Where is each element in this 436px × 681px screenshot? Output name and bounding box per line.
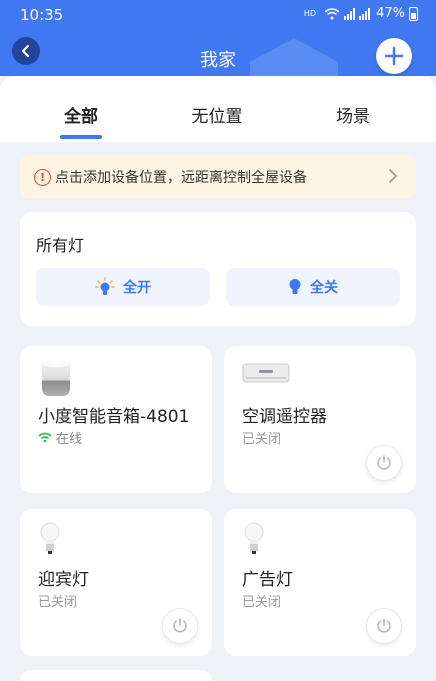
device-card-ad-light[interactable]: 广告灯 已关闭 [224,509,416,656]
light-off-icon [289,279,301,294]
device-status-label: 在线 [56,432,83,447]
all-on-label: 全开 [123,280,151,296]
device-card-ac-remote[interactable]: 空调遥控器 已关闭 [224,346,416,493]
add-device-button[interactable] [376,38,412,74]
location-notice-banner[interactable]: ! 点击添加设备位置，远距离控制全屋设备 [20,155,416,199]
light-bulb-icon [40,522,60,554]
status-bar: 10:35 HD 47% [0,0,436,30]
status-icons: HD 47% [304,6,418,21]
chevron-right-icon [389,169,398,183]
device-name: 小度智能音箱-4801 [38,407,190,427]
plus-icon [384,46,404,66]
device-name: 空调遥控器 [242,407,327,427]
device-name: 广告灯 [242,570,293,590]
status-time: 10:35 [20,6,64,24]
hd-indicator: HD [303,9,317,18]
power-button[interactable] [366,445,402,481]
app-header: 10:35 HD 47% 我家 [0,0,436,76]
wifi-icon [38,432,52,443]
light-on-icon [95,277,115,295]
all-lights-title: 所有灯 [36,236,85,255]
all-on-button[interactable]: 全开 [36,268,210,306]
power-icon [377,618,391,633]
battery-percent: 47% [376,6,405,21]
power-button[interactable] [366,608,402,644]
all-off-label: 全关 [310,280,338,296]
device-status-label: 已关闭 [242,595,282,610]
device-status: 已关闭 [242,591,281,610]
power-button[interactable] [162,608,198,644]
device-name: 迎宾灯 [38,570,89,590]
page-title: 我家 [200,50,236,71]
device-status: 已关闭 [242,428,281,447]
light-bulb-icon [244,522,264,554]
power-icon [173,618,187,633]
all-lights-card: 所有灯 全开 全关 [20,212,416,326]
power-icon [377,455,391,470]
notice-text: 点击添加设备位置，远距离控制全屋设备 [55,170,307,186]
wifi-icon [324,7,340,19]
device-card-welcome-light[interactable]: 迎宾灯 已关闭 [20,509,212,656]
tab-bar: 全部 无位置 场景 [0,76,436,142]
device-card-partial[interactable] [20,670,212,681]
speaker-icon [42,361,70,396]
device-status: 已关闭 [38,591,77,610]
tab-all[interactable]: 全部 [21,102,141,127]
battery-icon [409,6,418,21]
device-status-label: 已关闭 [38,595,78,610]
active-tab-indicator [60,135,102,139]
tab-no-location[interactable]: 无位置 [157,102,277,127]
alert-icon: ! [34,168,51,186]
all-off-button[interactable]: 全关 [226,268,400,306]
device-status: 在线 [38,428,82,447]
air-conditioner-icon [242,363,290,383]
device-card-speaker[interactable]: 小度智能音箱-4801 在线 [20,346,212,493]
signal-icon [344,7,371,20]
tab-scenes[interactable]: 场景 [293,102,413,127]
device-status-label: 已关闭 [242,432,282,447]
